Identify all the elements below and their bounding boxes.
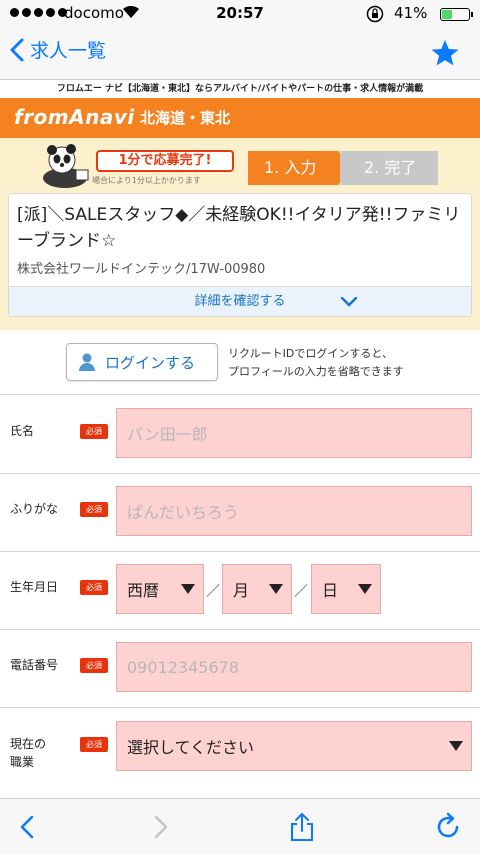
login-label: ログインする [105, 353, 196, 372]
login-note-line2: プロフィールの入力を省略できます [228, 365, 404, 378]
view-details-label: 詳細を確認する [194, 294, 286, 309]
reload-icon[interactable] [432, 811, 464, 843]
company-name: 株式会社ワールドインテック/17W-00980 [17, 262, 266, 277]
chevron-down-icon [341, 297, 357, 307]
birth-day-value: 日 [322, 581, 339, 600]
birth-era-select[interactable]: 西暦 [116, 564, 204, 614]
birth-era-value: 西暦 [127, 581, 160, 600]
rotation-lock-icon [366, 5, 384, 23]
name-label: 氏名 [10, 424, 35, 438]
birth-month-value: 月 [233, 581, 250, 600]
birth-month-select[interactable]: 月 [222, 564, 292, 614]
navigation-bar: 求人一覧 [0, 28, 480, 80]
phone-label: 電話番号 [10, 658, 59, 672]
brand-header: fromAnavi 北海道・東北 [0, 98, 480, 138]
browser-toolbar [0, 798, 480, 854]
dropdown-arrow-icon [449, 741, 463, 751]
promo-note: 場合により1分以上かかります [92, 176, 201, 185]
job-card: [派]＼SALEスタッフ◆／未経験OK!!イタリア発!!ファミリーブランド☆ 株… [8, 193, 472, 317]
birth-day-select[interactable]: 日 [311, 564, 381, 614]
battery-icon [440, 8, 473, 21]
form-row-occupation: 現在の 職業 必須 選択してください [0, 709, 480, 798]
birthdate-label: 生年月日 [10, 580, 59, 594]
step-1-input: 1. 入力 [248, 151, 338, 185]
kana-input[interactable]: ぱんだいちろう [116, 486, 472, 536]
browser-back-icon[interactable] [12, 811, 44, 843]
browser-forward-icon[interactable] [144, 811, 176, 843]
form-row-phone: 電話番号 必須 09012345678 [0, 631, 480, 708]
required-badge: 必須 [80, 502, 108, 517]
status-bar: docomo 20:57 41% [0, 0, 480, 28]
login-section: ログインする リクルートIDでログインすると、 プロフィールの入力を省略できます [0, 331, 480, 395]
screen: docomo 20:57 41% 求人一覧 フロムエー ナビ【北海道・東北】なら… [0, 0, 480, 854]
bookmark-star-icon[interactable] [430, 38, 460, 68]
login-button[interactable]: ログインする [66, 343, 218, 381]
job-title: [派]＼SALEスタッフ◆／未経験OK!!イタリア発!!ファミリーブランド☆ [17, 205, 461, 251]
back-label: 求人一覧 [30, 40, 107, 62]
battery-percent: 41% [394, 4, 428, 22]
date-separator: ／ [206, 584, 220, 600]
site-tagline: フロムエー ナビ【北海道・東北】ならアルバイト/バイトやパートの仕事・求人情報が… [56, 84, 424, 94]
dropdown-arrow-icon [269, 584, 283, 594]
name-input[interactable]: パン田一郎 [116, 408, 472, 458]
required-badge: 必須 [80, 424, 108, 439]
promo-bubble: 1分で応募完了! [96, 150, 234, 172]
occupation-label: 現在の 職業 [10, 735, 46, 771]
chevron-left-icon [10, 38, 24, 61]
phone-input[interactable]: 09012345678 [116, 642, 472, 692]
kana-label: ふりがな [10, 502, 59, 516]
occupation-select[interactable]: 選択してください [116, 721, 472, 771]
occupation-label-line2: 職業 [10, 755, 35, 769]
panda-mascot-icon [43, 144, 89, 188]
required-badge: 必須 [80, 580, 108, 595]
required-badge: 必須 [80, 737, 108, 752]
form-row-kana: ふりがな 必須 ぱんだいちろう [0, 475, 480, 552]
login-note: リクルートIDでログインすると、 プロフィールの入力を省略できます [228, 345, 404, 381]
region-label: 北海道・東北 [140, 109, 231, 127]
dropdown-arrow-icon [358, 584, 372, 594]
date-separator: ／ [294, 584, 308, 600]
form-row-birthdate: 生年月日 必須 西暦 ／ 月 ／ 日 [0, 553, 480, 630]
dropdown-arrow-icon [181, 584, 195, 594]
occupation-value: 選択してください [127, 738, 255, 757]
step-2-complete: 2. 完了 [340, 151, 438, 185]
form-row-name: 氏名 必須 パン田一郎 [0, 396, 480, 474]
occupation-label-line1: 現在の [10, 737, 47, 751]
required-badge: 必須 [80, 658, 108, 673]
view-details-button[interactable]: 詳細を確認する [9, 286, 471, 316]
fromanavi-logo: fromAnavi [14, 105, 135, 129]
user-icon [79, 353, 95, 371]
login-note-line1: リクルートIDでログインすると、 [228, 347, 393, 360]
back-button[interactable]: 求人一覧 [10, 36, 106, 63]
share-icon[interactable] [286, 811, 318, 843]
